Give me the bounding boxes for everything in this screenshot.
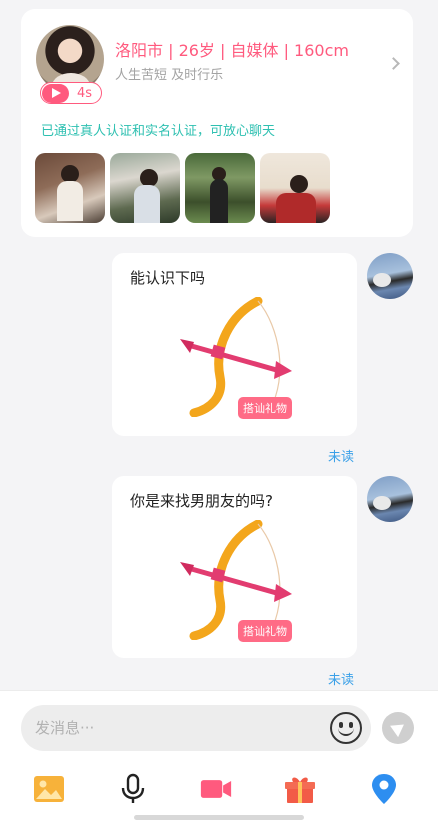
photo-figure-body [276, 193, 316, 223]
message-text: 能认识下吗 [130, 269, 206, 287]
location-pin-icon[interactable] [368, 773, 400, 805]
profile-photo[interactable] [185, 153, 255, 223]
verification-notice: 已通过真人认证和实名认证，可放心聊天 [41, 124, 276, 139]
video-camera-icon[interactable] [200, 773, 232, 805]
gift-tag: 搭讪礼物 [238, 620, 292, 642]
profile-card[interactable]: 4s 洛阳市 | 26岁 | 自媒体 | 160cm 人生苦短 及时行乐 已通过… [21, 9, 413, 237]
image-icon[interactable] [33, 773, 65, 805]
voice-duration: 4s [77, 85, 93, 101]
read-status: 未读 [327, 673, 354, 688]
message-input[interactable] [21, 705, 371, 751]
read-status: 未读 [327, 450, 354, 465]
emoji-icon[interactable] [330, 712, 362, 744]
message-bubble[interactable]: 你是来找男朋友的吗? 搭讪礼物 [112, 476, 357, 658]
profile-motto: 人生苦短 及时行乐 [115, 68, 224, 83]
photo-figure [290, 175, 308, 193]
my-avatar[interactable] [367, 476, 413, 522]
voice-intro-button[interactable]: 4s [40, 82, 102, 104]
play-icon [42, 83, 69, 103]
message-input-bar [0, 690, 438, 824]
send-button[interactable] [382, 712, 414, 744]
microphone-icon[interactable] [117, 773, 149, 805]
message-text: 你是来找男朋友的吗? [130, 492, 273, 510]
photo-figure-body [57, 181, 83, 221]
my-avatar[interactable] [367, 253, 413, 299]
photo-figure-body [210, 179, 228, 223]
profile-photo[interactable] [35, 153, 105, 223]
gift-tag: 搭讪礼物 [238, 397, 292, 419]
gift-icon[interactable] [284, 773, 316, 805]
message-bubble[interactable]: 能认识下吗 搭讪礼物 [112, 253, 357, 436]
profile-photo[interactable] [260, 153, 330, 223]
home-indicator [134, 815, 304, 820]
photo-figure-body [134, 185, 160, 223]
profile-photo[interactable] [110, 153, 180, 223]
profile-info: 洛阳市 | 26岁 | 自媒体 | 160cm [115, 41, 349, 60]
chevron-right-icon[interactable] [387, 57, 400, 70]
